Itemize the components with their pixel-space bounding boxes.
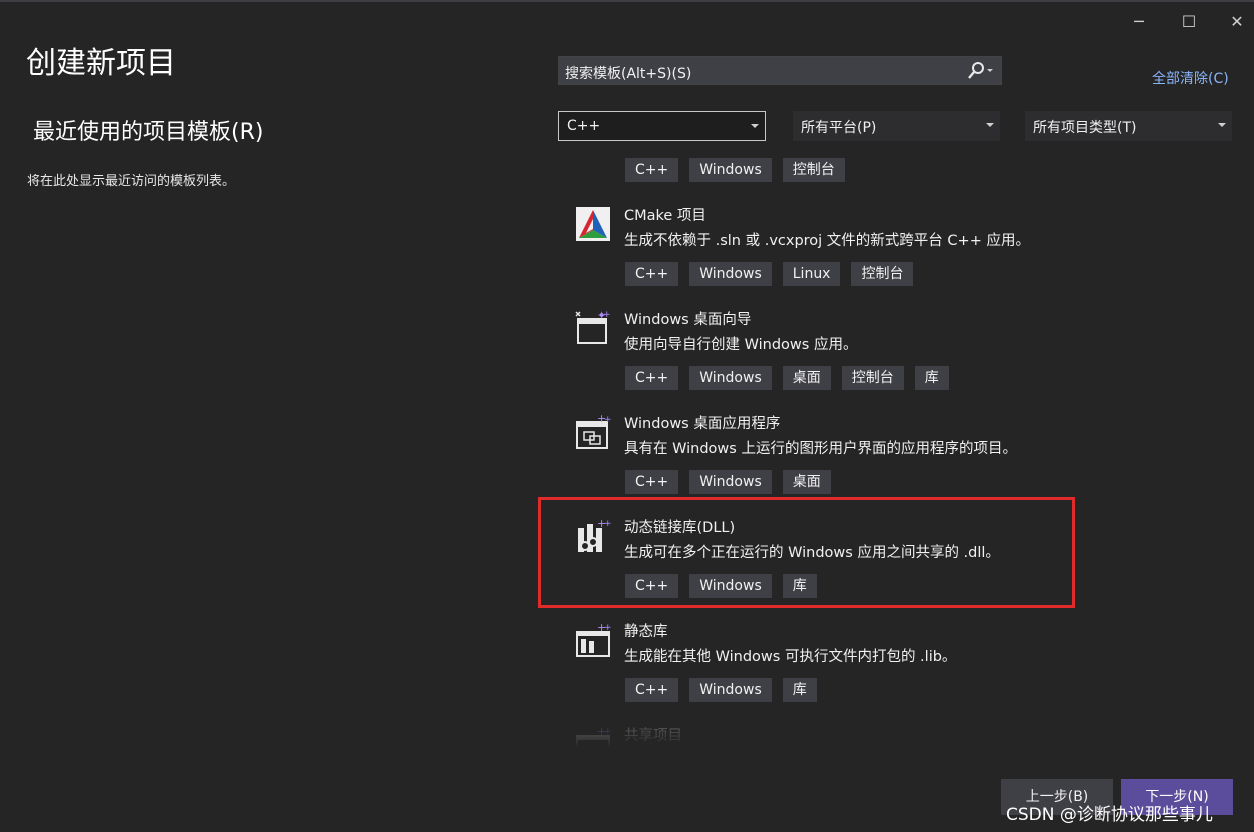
template-name: 共享项目: [624, 728, 682, 744]
template-item-shared-project[interactable]: + + 共享项目: [558, 720, 1238, 748]
svg-text:+: +: [603, 310, 611, 320]
template-description: 生成能在其他 Windows 可执行文件内打包的 .lib。: [624, 649, 957, 665]
tag: C++: [625, 158, 679, 182]
page-title: 创建新项目: [26, 46, 176, 81]
tag: 桌面: [782, 366, 831, 390]
language-filter-value: C++: [567, 118, 601, 134]
tag: C++: [625, 262, 679, 286]
tag: 控制台: [851, 262, 914, 286]
template-name: Windows 桌面应用程序: [624, 416, 781, 432]
tag: Linux: [782, 262, 841, 286]
tag: 控制台: [841, 366, 904, 390]
template-list[interactable]: C++ Windows 控制台 CMake 项目 生成不依赖于 .sln 或 .…: [558, 148, 1238, 748]
template-description: 具有在 Windows 上运行的图形用户界面的应用程序的项目。: [624, 441, 1017, 457]
language-filter-dropdown[interactable]: C++: [558, 111, 766, 141]
project-type-filter-value: 所有项目类型(T): [1033, 120, 1137, 136]
template-name: CMake 项目: [624, 208, 706, 224]
close-button[interactable]: ✕: [1222, 8, 1252, 36]
template-tags: C++ Windows 桌面 控制台 库: [625, 366, 949, 390]
tag: C++: [625, 470, 679, 494]
tag: C++: [625, 678, 679, 702]
template-tags: C++ Windows Linux 控制台: [625, 262, 914, 286]
tag: 桌面: [782, 470, 831, 494]
template-name: 静态库: [624, 624, 668, 640]
template-tags: C++ Windows 库: [625, 678, 817, 702]
selection-highlight-box: [538, 497, 1075, 608]
window-top-border: [0, 0, 1254, 2]
tag: Windows: [689, 470, 772, 494]
tag: 库: [914, 366, 949, 390]
template-item-cmake[interactable]: CMake 项目 生成不依赖于 .sln 或 .vcxproj 文件的新式跨平台…: [558, 200, 1238, 304]
chevron-down-icon: [751, 124, 759, 128]
template-description: 生成不依赖于 .sln 或 .vcxproj 文件的新式跨平台 C++ 应用。: [624, 233, 1030, 249]
platform-filter-value: 所有平台(P): [801, 120, 877, 136]
tag: Windows: [689, 678, 772, 702]
template-item-static-lib[interactable]: + + 静态库 生成能在其他 Windows 可执行文件内打包的 .lib。 C…: [558, 616, 1238, 720]
search-placeholder: 搜索模板(Alt+S)(S): [565, 66, 692, 82]
platform-filter-dropdown[interactable]: 所有平台(P): [793, 111, 1000, 141]
wizard-icon: ✦ +: [575, 310, 611, 344]
template-item-desktop-wizard[interactable]: ✦ + Windows 桌面向导 使用向导自行创建 Windows 应用。 C+…: [558, 304, 1238, 408]
svg-text:+: +: [604, 623, 611, 633]
template-tags: C++ Windows 控制台: [625, 158, 845, 182]
minimize-button[interactable]: ─: [1124, 8, 1154, 36]
tag: C++: [625, 366, 679, 390]
template-item-console-app[interactable]: C++ Windows 控制台: [558, 148, 1238, 200]
project-type-filter-dropdown[interactable]: 所有项目类型(T): [1025, 111, 1232, 141]
desktop-app-icon: + +: [576, 414, 611, 449]
tag: 控制台: [782, 158, 845, 182]
shared-project-icon: + +: [576, 726, 611, 748]
recent-templates-empty-text: 将在此处显示最近访问的模板列表。: [27, 174, 236, 189]
template-description: 使用向导自行创建 Windows 应用。: [624, 337, 858, 353]
chevron-down-icon: [986, 123, 994, 127]
search-input[interactable]: 搜索模板(Alt+S)(S): [558, 56, 1002, 85]
watermark: CSDN @诊断协议那些事儿: [1006, 805, 1213, 825]
search-icon[interactable]: [961, 61, 997, 81]
recent-templates-title: 最近使用的项目模板(R): [33, 120, 264, 145]
cmake-icon: [576, 207, 610, 241]
template-name: Windows 桌面向导: [624, 312, 752, 328]
chevron-down-icon: [1218, 123, 1226, 127]
maximize-button[interactable]: ☐: [1174, 8, 1204, 36]
tag: Windows: [689, 158, 772, 182]
svg-text:+: +: [604, 727, 611, 737]
tag: 库: [782, 678, 817, 702]
tag: Windows: [689, 366, 772, 390]
clear-all-link[interactable]: 全部清除(C): [1152, 68, 1229, 88]
svg-text:+: +: [604, 415, 611, 425]
static-lib-icon: + +: [576, 622, 611, 657]
template-tags: C++ Windows 桌面: [625, 470, 831, 494]
tag: Windows: [689, 262, 772, 286]
